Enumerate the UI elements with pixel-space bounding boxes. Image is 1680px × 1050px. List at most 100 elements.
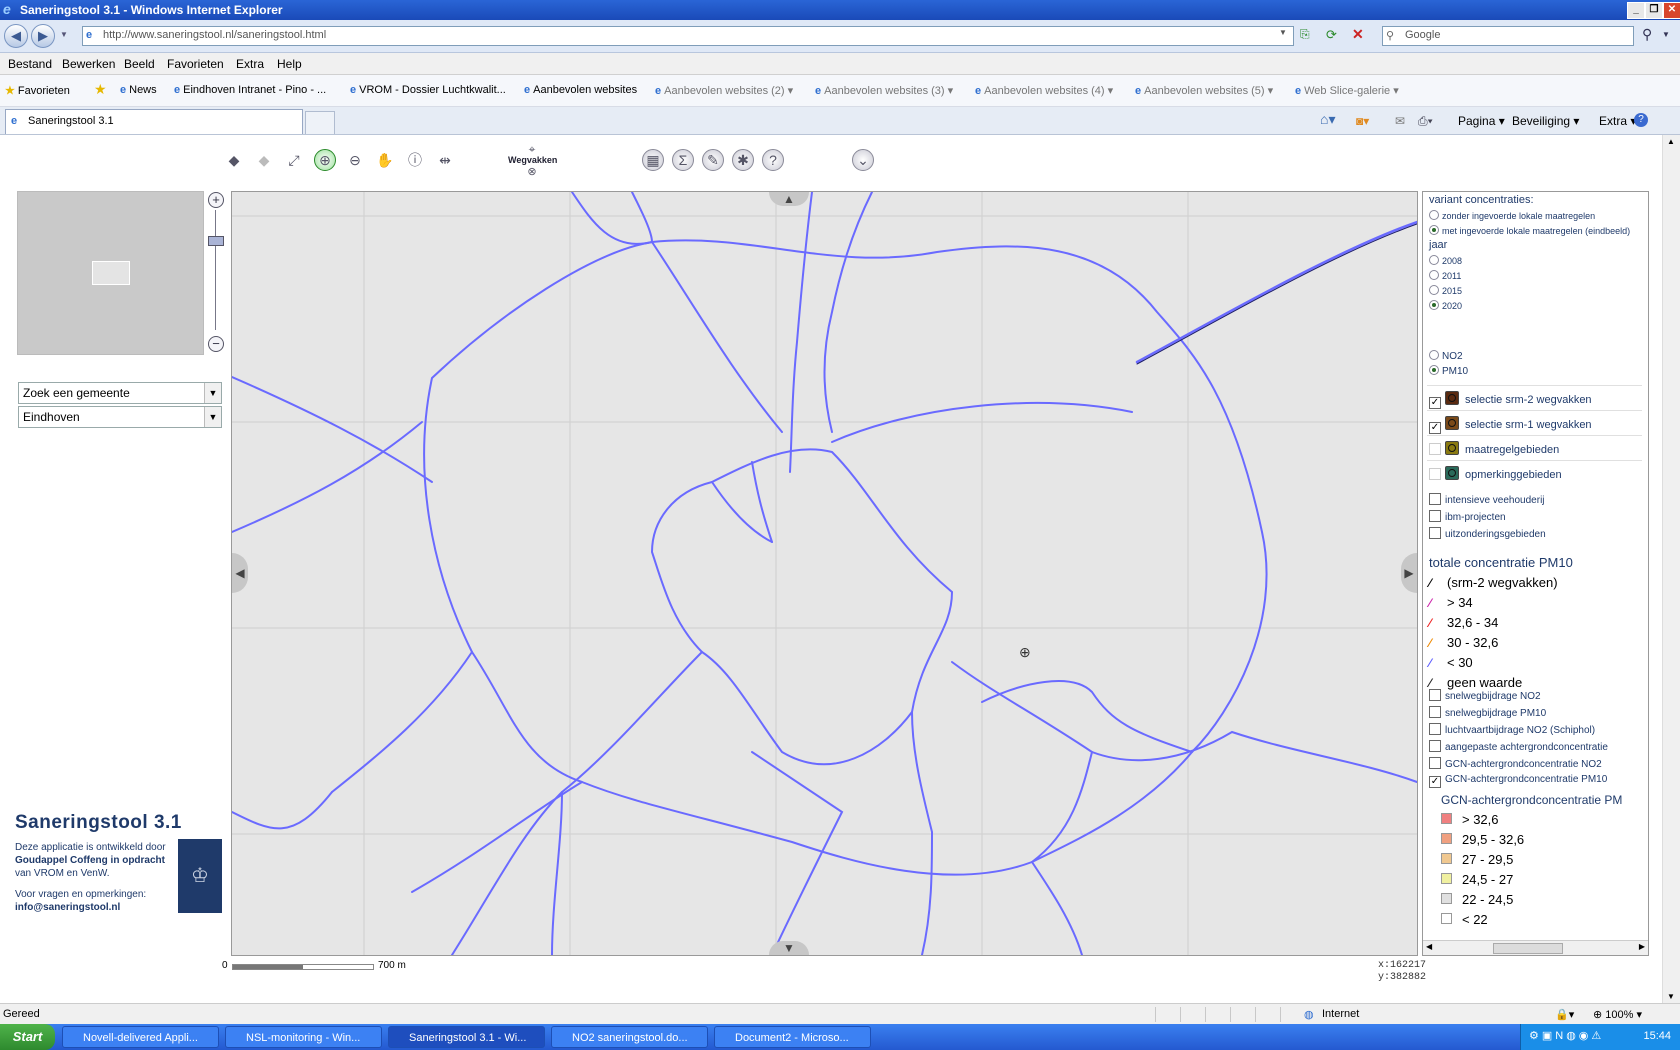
favorites-button[interactable]: ★ Favorieten: [5, 84, 70, 97]
zoom-slider-handle[interactable]: [208, 236, 224, 246]
search-options-icon[interactable]: ▼: [1662, 30, 1670, 39]
fav-aanbevolen-3[interactable]: e Aanbevolen websites (3) ▾: [815, 84, 953, 97]
table-icon[interactable]: ▦: [642, 149, 664, 171]
start-button[interactable]: Start: [0, 1024, 55, 1050]
close-button[interactable]: ✕: [1663, 2, 1680, 19]
fav-eindhoven-intranet[interactable]: e Eindhoven Intranet - Pino - ...: [174, 84, 326, 96]
fav-aanbevolen-2[interactable]: e Aanbevolen websites (2) ▾: [655, 84, 793, 97]
help-icon[interactable]: ?: [1634, 113, 1648, 127]
zoom-level[interactable]: ⊕ 100% ▾: [1593, 1008, 1642, 1021]
layer-maatregelgebieden[interactable]: maatregelgebieden: [1429, 441, 1559, 456]
pan-hand-icon[interactable]: ✋: [374, 149, 396, 171]
legend-hscrollbar[interactable]: ◀ ▶: [1423, 940, 1648, 955]
fav-news[interactable]: e News: [120, 84, 157, 96]
wegvakken-clear-icon[interactable]: ⊗: [522, 165, 542, 179]
fav-web-slice[interactable]: e Web Slice-galerie ▾: [1295, 84, 1399, 97]
legend-scroll-thumb[interactable]: [1493, 943, 1563, 954]
next-extent-icon[interactable]: ◆: [253, 149, 275, 171]
extra-menu[interactable]: Extra ▾: [1599, 114, 1636, 128]
task-novell[interactable]: Novell-delivered Appli...: [62, 1026, 219, 1048]
info-icon[interactable]: ⓘ: [404, 149, 426, 171]
feeds-icon[interactable]: ◙▾: [1356, 114, 1369, 128]
help-tool-icon[interactable]: ?: [762, 149, 784, 171]
layer-srm1[interactable]: ✓ selectie srm-1 wegvakken: [1429, 416, 1592, 434]
previous-extent-icon[interactable]: ◆: [223, 149, 245, 171]
year-2020[interactable]: 2020: [1429, 300, 1462, 311]
forward-button[interactable]: ▶: [31, 24, 55, 48]
municipality-search-combo[interactable]: Zoek een gemeente ▼: [18, 382, 222, 404]
chevron-down-icon[interactable]: ▼: [204, 383, 221, 403]
zoom-in-button[interactable]: +: [208, 192, 224, 208]
fav-aanbevolen-4[interactable]: e Aanbevolen websites (4) ▾: [975, 84, 1113, 97]
variant-option-0[interactable]: zonder ingevoerde lokale maatregelen: [1429, 210, 1595, 221]
bg-aangepaste[interactable]: aangepaste achtergrondconcentratie: [1429, 740, 1608, 753]
back-button[interactable]: ◀: [4, 24, 28, 48]
overview-extent-box[interactable]: [92, 261, 130, 285]
compat-view-icon[interactable]: ⎘: [1300, 27, 1316, 43]
minimize-button[interactable]: _: [1627, 2, 1645, 19]
task-saneringstool[interactable]: Saneringstool 3.1 - Wi...: [388, 1026, 545, 1048]
fav-aanbevolen-1[interactable]: e Aanbevolen websites: [524, 84, 637, 96]
scroll-down-icon[interactable]: ▼: [1667, 992, 1675, 1001]
task-nsl-monitoring[interactable]: NSL-monitoring - Win...: [225, 1026, 382, 1048]
add-favorite-icon[interactable]: ★: [94, 81, 107, 98]
settings-icon[interactable]: ✱: [732, 149, 754, 171]
new-tab-button[interactable]: [305, 111, 335, 134]
menu-bestand[interactable]: Bestand: [8, 57, 52, 71]
search-go-icon[interactable]: ⚲: [1642, 26, 1652, 43]
zoom-out-button[interactable]: −: [208, 336, 224, 352]
layer-ibm-projecten[interactable]: ibm-projecten: [1429, 510, 1506, 523]
year-2008[interactable]: 2008: [1429, 255, 1462, 266]
print-icon[interactable]: ⎙▾: [1418, 114, 1433, 129]
layer-uitzonderingsgebieden[interactable]: uitzonderingsgebieden: [1429, 527, 1546, 540]
home-icon[interactable]: ⌂▾: [1320, 111, 1335, 128]
substance-no2[interactable]: NO2: [1429, 350, 1463, 362]
protected-mode-icon[interactable]: 🔒▾: [1555, 1008, 1574, 1021]
edit-icon[interactable]: ✎: [702, 149, 724, 171]
year-2011[interactable]: 2011: [1429, 270, 1461, 281]
chevron-down-icon[interactable]: ▼: [204, 407, 221, 427]
zoom-in-tool-icon[interactable]: ⊕: [314, 149, 336, 171]
menu-favorieten[interactable]: Favorieten: [167, 57, 224, 71]
zoom-out-tool-icon[interactable]: ⊖: [344, 149, 366, 171]
measure-icon[interactable]: ⇹: [434, 149, 456, 171]
refresh-icon[interactable]: ⟳: [1326, 27, 1342, 43]
bg-snelweg-no2[interactable]: snelwegbijdrage NO2: [1429, 689, 1541, 702]
beveiliging-menu[interactable]: Beveiliging ▾: [1512, 114, 1579, 128]
bg-luchtvaart-no2[interactable]: luchtvaartbijdrage NO2 (Schiphol): [1429, 723, 1595, 736]
maximize-button[interactable]: ❐: [1645, 2, 1663, 19]
expand-toolbar-icon[interactable]: ⌄: [852, 149, 874, 171]
substance-pm10[interactable]: PM10: [1429, 365, 1468, 377]
fav-vrom-dossier[interactable]: e VROM - Dossier Luchtkwalit...: [350, 84, 506, 96]
zoom-slider-track[interactable]: [215, 210, 216, 330]
pan-down-arrow-icon[interactable]: ▼: [769, 941, 809, 955]
tab-saneringstool[interactable]: e Saneringstool 3.1: [5, 109, 303, 134]
menu-bewerken[interactable]: Bewerken: [62, 57, 115, 71]
bg-gcn-pm10[interactable]: ✓ GCN-achtergrondconcentratie PM10: [1429, 774, 1607, 788]
page-scrollbar[interactable]: ▲ ▼: [1662, 135, 1680, 1003]
layer-srm2[interactable]: ✓ selectie srm-2 wegvakken: [1429, 391, 1592, 409]
stop-icon[interactable]: ✕: [1352, 26, 1368, 42]
address-input[interactable]: e http://www.saneringstool.nl/saneringst…: [82, 26, 1294, 46]
road-network[interactable]: [232, 192, 1417, 955]
overview-map[interactable]: [17, 191, 204, 355]
scroll-left-icon[interactable]: ◀: [1426, 942, 1432, 951]
mail-icon[interactable]: ✉: [1395, 114, 1405, 128]
task-no2-doc[interactable]: NO2 saneringstool.do...: [551, 1026, 708, 1048]
roads[interactable]: [232, 192, 1417, 955]
menu-extra[interactable]: Extra: [236, 57, 264, 71]
city-combo[interactable]: Eindhoven ▼: [18, 406, 222, 428]
history-dropdown-icon[interactable]: ▼: [60, 30, 68, 39]
year-2015[interactable]: 2015: [1429, 285, 1462, 296]
search-input[interactable]: ⚲ Google: [1382, 26, 1634, 46]
sum-icon[interactable]: Σ: [672, 149, 694, 171]
pagina-menu[interactable]: Pagina ▾: [1458, 114, 1505, 128]
tray-icons[interactable]: ⚙▣N◍◉⚠: [1529, 1029, 1604, 1042]
address-dropdown-icon[interactable]: ▼: [1279, 28, 1287, 37]
menu-beeld[interactable]: Beeld: [124, 57, 155, 71]
task-document2[interactable]: Document2 - Microso...: [714, 1026, 871, 1048]
main-map[interactable]: ▲ ▼ ◀ ▶ ⊕: [231, 191, 1418, 956]
scroll-right-icon[interactable]: ▶: [1639, 942, 1645, 951]
bg-snelweg-pm10[interactable]: snelwegbijdrage PM10: [1429, 706, 1546, 719]
full-extent-icon[interactable]: ⤢: [283, 149, 305, 171]
